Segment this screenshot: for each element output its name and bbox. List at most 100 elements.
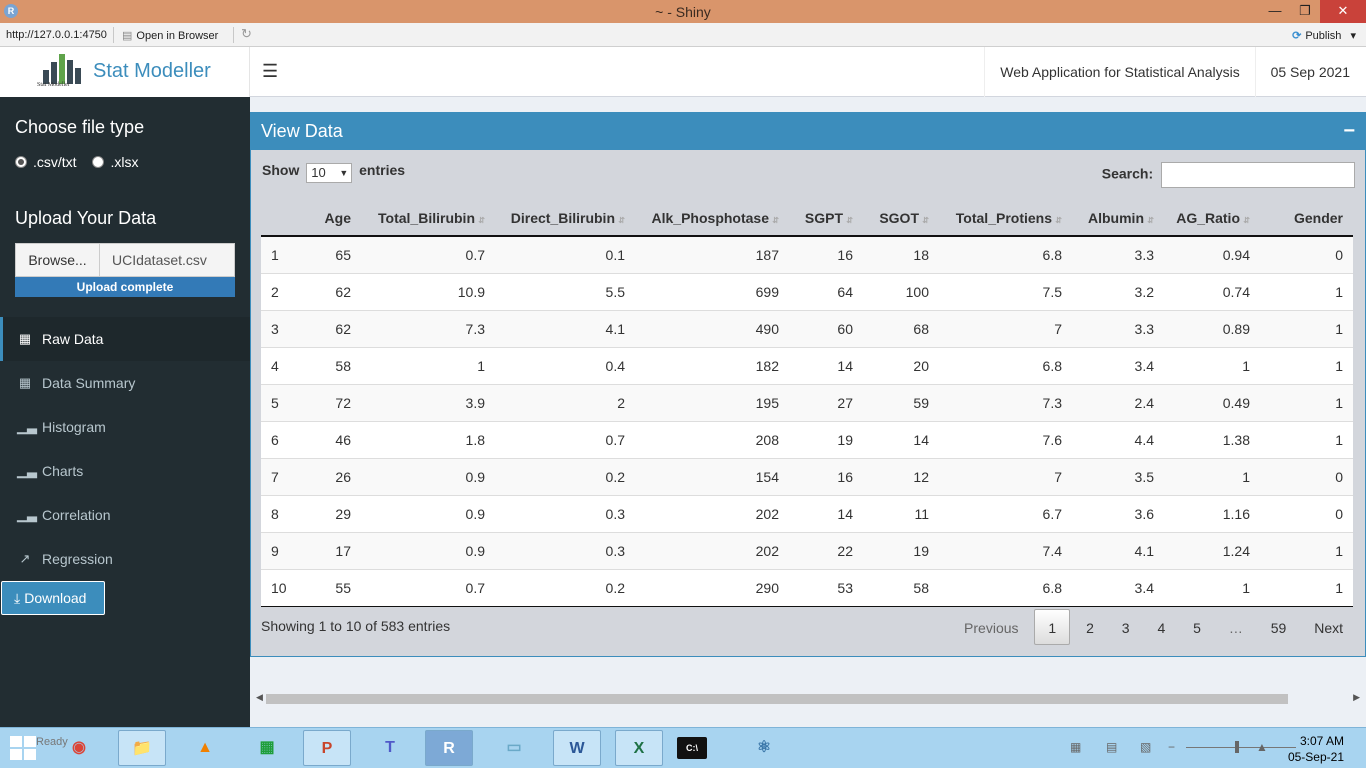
table-cell: 182 xyxy=(635,346,789,384)
table-cell: 1 xyxy=(1260,420,1353,458)
clock-time[interactable]: 3:07 AM xyxy=(1300,734,1344,748)
normal-view-icon[interactable]: ▦ xyxy=(1070,740,1081,754)
column-header[interactable]: Gender xyxy=(1260,200,1353,237)
table-row[interactable]: 1 65 0.7 0.1 187 16 18 6.8 3.3 0.94 0 xyxy=(261,235,1353,273)
page-button-current[interactable]: 1 xyxy=(1034,609,1071,645)
sidebar-item-raw-data[interactable]: ▦ Raw Data xyxy=(0,317,250,361)
sidebar-item-charts[interactable]: ▁▃ Charts xyxy=(0,449,250,493)
radio-xlsx[interactable]: .xlsx xyxy=(92,154,138,170)
zoom-slider-knob[interactable] xyxy=(1235,741,1239,753)
table-row[interactable]: 7 26 0.9 0.2 154 16 12 7 3.5 1 0 xyxy=(261,457,1353,495)
column-header[interactable]: Alk_Phosphotase ⇵ xyxy=(635,200,789,237)
table-row[interactable]: 2 62 10.9 5.5 699 64 100 7.5 3.2 0.74 1 xyxy=(261,272,1353,310)
column-header[interactable]: Age xyxy=(301,200,361,237)
search-control: Search: xyxy=(1102,162,1355,188)
browse-button[interactable]: Browse... xyxy=(15,243,100,277)
table-cell: 1.38 xyxy=(1164,420,1260,458)
publish-button[interactable]: ⟳ Publish ▾ xyxy=(1292,29,1356,42)
table-cell: 65 xyxy=(301,235,361,273)
page-button[interactable]: 2 xyxy=(1074,610,1106,646)
restore-button[interactable]: ❐ xyxy=(1290,0,1320,23)
table-cell: 55 xyxy=(301,568,361,607)
page-button[interactable]: 4 xyxy=(1145,610,1177,646)
horizontal-scrollbar[interactable]: ◀ ▶ xyxy=(256,692,1360,705)
previous-button[interactable]: Previous xyxy=(952,610,1030,646)
scroll-left-icon[interactable]: ◀ xyxy=(256,692,263,703)
table-cell: 16 xyxy=(789,457,863,495)
table-row[interactable]: 10 55 0.7 0.2 290 53 58 6.8 3.4 1 1 xyxy=(261,568,1353,607)
notepad-icon[interactable]: ▭ xyxy=(490,730,538,766)
menu-toggle-icon[interactable]: ☰ xyxy=(262,61,278,82)
header-date: 05 Sep 2021 xyxy=(1270,64,1350,80)
powerpoint-icon[interactable]: P xyxy=(303,730,351,766)
next-button[interactable]: Next xyxy=(1302,610,1355,646)
column-header[interactable]: Albumin ⇵ xyxy=(1072,200,1164,237)
column-header-label: Direct_Bilirubin xyxy=(510,209,615,226)
close-button[interactable]: ✕ xyxy=(1320,0,1366,23)
teams-icon[interactable]: T xyxy=(366,730,414,766)
scrollbar-thumb[interactable] xyxy=(266,694,1288,704)
page-length-select[interactable]: 10 ▼ xyxy=(306,163,353,183)
column-header-label: SGPT xyxy=(804,209,843,226)
publish-label: Publish xyxy=(1305,30,1342,42)
store-icon[interactable]: ▦ xyxy=(243,730,291,766)
search-input[interactable] xyxy=(1161,162,1355,188)
scroll-right-icon[interactable]: ▶ xyxy=(1353,692,1360,703)
zoom-slider[interactable] xyxy=(1186,747,1296,748)
file-explorer-icon[interactable]: 📁 xyxy=(118,730,166,766)
command-prompt-icon[interactable]: C:\ xyxy=(677,737,707,759)
table-cell: 22 xyxy=(789,531,863,569)
column-header[interactable]: Total_Bilirubin ⇵ xyxy=(361,200,495,237)
r-icon[interactable]: R xyxy=(425,730,473,766)
column-header[interactable]: AG_Ratio ⇵ xyxy=(1164,200,1260,237)
page-button[interactable]: 3 xyxy=(1110,610,1142,646)
minimize-button[interactable]: — xyxy=(1260,0,1290,23)
column-header[interactable]: Total_Protiens ⇵ xyxy=(939,200,1072,237)
url-text[interactable]: http://127.0.0.1:4750 xyxy=(6,29,107,41)
column-header[interactable] xyxy=(261,200,301,237)
vlc-icon[interactable]: ▲ xyxy=(181,730,229,766)
bar-chart-icon: ▁▃ xyxy=(17,463,37,478)
file-type-heading: Choose file type xyxy=(15,117,145,137)
table-cell: 7 xyxy=(939,457,1072,495)
column-header[interactable]: Direct_Bilirubin ⇵ xyxy=(495,200,635,237)
logo[interactable]: Stat Modeller Stat Modeller xyxy=(0,47,250,97)
chrome-icon[interactable]: ◉ xyxy=(55,730,103,766)
table-cell: 1 xyxy=(1260,309,1353,347)
sort-icon: ⇵ xyxy=(922,215,929,225)
collapse-icon[interactable]: − xyxy=(1343,113,1355,150)
table-row[interactable]: 8 29 0.9 0.3 202 14 11 6.7 3.6 1.16 0 xyxy=(261,494,1353,532)
page-button[interactable]: 5 xyxy=(1181,610,1213,646)
file-name-field[interactable]: UCIdataset.csv xyxy=(99,243,235,277)
table-row[interactable]: 6 46 1.8 0.7 208 19 14 7.6 4.4 1.38 1 xyxy=(261,420,1353,458)
sidebar-item-histogram[interactable]: ▁▃ Histogram xyxy=(0,405,250,449)
show-hidden-icons[interactable]: ▲ xyxy=(1256,740,1268,754)
clock-date[interactable]: 05-Sep-21 xyxy=(1288,750,1344,764)
table-row[interactable]: 4 58 1 0.4 182 14 20 6.8 3.4 1 1 xyxy=(261,346,1353,384)
sidebar-item-correlation[interactable]: ▁▃ Correlation xyxy=(0,493,250,537)
column-header[interactable]: SGOT ⇵ xyxy=(863,200,939,237)
word-icon[interactable]: W xyxy=(553,730,601,766)
column-header-label: Total_Bilirubin xyxy=(378,209,475,226)
sidebar: Choose file type .csv/txt .xlsx Upload Y… xyxy=(0,97,250,727)
bar-chart-icon: ▁▃ xyxy=(17,507,37,522)
table-body: 1 65 0.7 0.1 187 16 18 6.8 3.3 0.94 0 2 62 10.9 5.5 699… xyxy=(261,235,1353,607)
table-row[interactable]: 5 72 3.9 2 195 27 59 7.3 2.4 0.49 1 xyxy=(261,383,1353,421)
page-break-icon[interactable]: ▧ xyxy=(1140,740,1151,754)
download-button[interactable]: ⤓ Download xyxy=(1,581,105,615)
refresh-icon[interactable]: ↻ xyxy=(241,26,252,42)
zoom-out-icon[interactable]: − xyxy=(1168,740,1175,754)
sidebar-item-data-summary[interactable]: ▦ Data Summary xyxy=(0,361,250,405)
table-row[interactable]: 3 62 7.3 4.1 490 60 68 7 3.3 0.89 1 xyxy=(261,309,1353,347)
table-row[interactable]: 9 17 0.9 0.3 202 22 19 7.4 4.1 1.24 1 xyxy=(261,531,1353,569)
open-in-browser-button[interactable]: ▤ Open in Browser xyxy=(122,29,218,42)
page-layout-icon[interactable]: ▤ xyxy=(1106,740,1117,754)
column-header-label: Alk_Phosphotase xyxy=(651,209,769,226)
windows-start-icon[interactable] xyxy=(10,736,38,762)
python-icon[interactable]: ⚛ xyxy=(740,730,788,766)
excel-icon[interactable]: X xyxy=(615,730,663,766)
column-header[interactable]: SGPT ⇵ xyxy=(789,200,863,237)
sidebar-item-regression[interactable]: ↗ Regression xyxy=(0,537,250,581)
page-button[interactable]: 59 xyxy=(1259,610,1299,646)
radio-csv[interactable]: .csv/txt xyxy=(15,154,77,170)
